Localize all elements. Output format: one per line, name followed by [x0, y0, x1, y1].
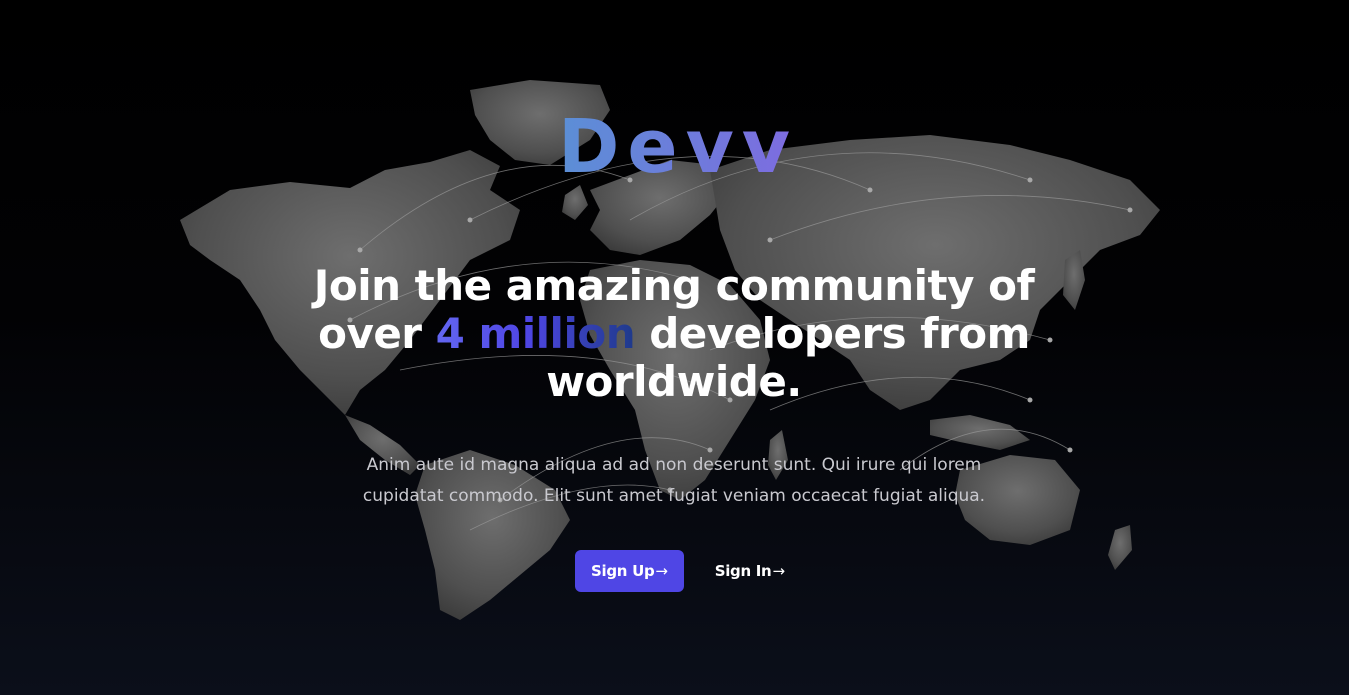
headline-accent: 4 million	[435, 309, 636, 358]
arrow-right-icon: →	[655, 562, 668, 580]
hero-section: Devv Join the amazing community of over …	[0, 0, 1349, 695]
sign-up-button[interactable]: Sign Up →	[575, 550, 684, 592]
sign-up-label: Sign Up	[591, 562, 655, 580]
hero-actions: Sign Up → Sign In →	[575, 550, 785, 592]
logo-text: Devv	[558, 110, 798, 180]
sign-in-button[interactable]: Sign In →	[715, 550, 785, 592]
hero-headline: Join the amazing community of over 4 mil…	[274, 262, 1074, 406]
devv-logo: Devv	[558, 110, 798, 180]
hero-description: Anim aute id magna aliqua ad ad non dese…	[362, 455, 986, 506]
arrow-right-icon: →	[772, 562, 785, 580]
sign-in-label: Sign In	[714, 562, 772, 580]
